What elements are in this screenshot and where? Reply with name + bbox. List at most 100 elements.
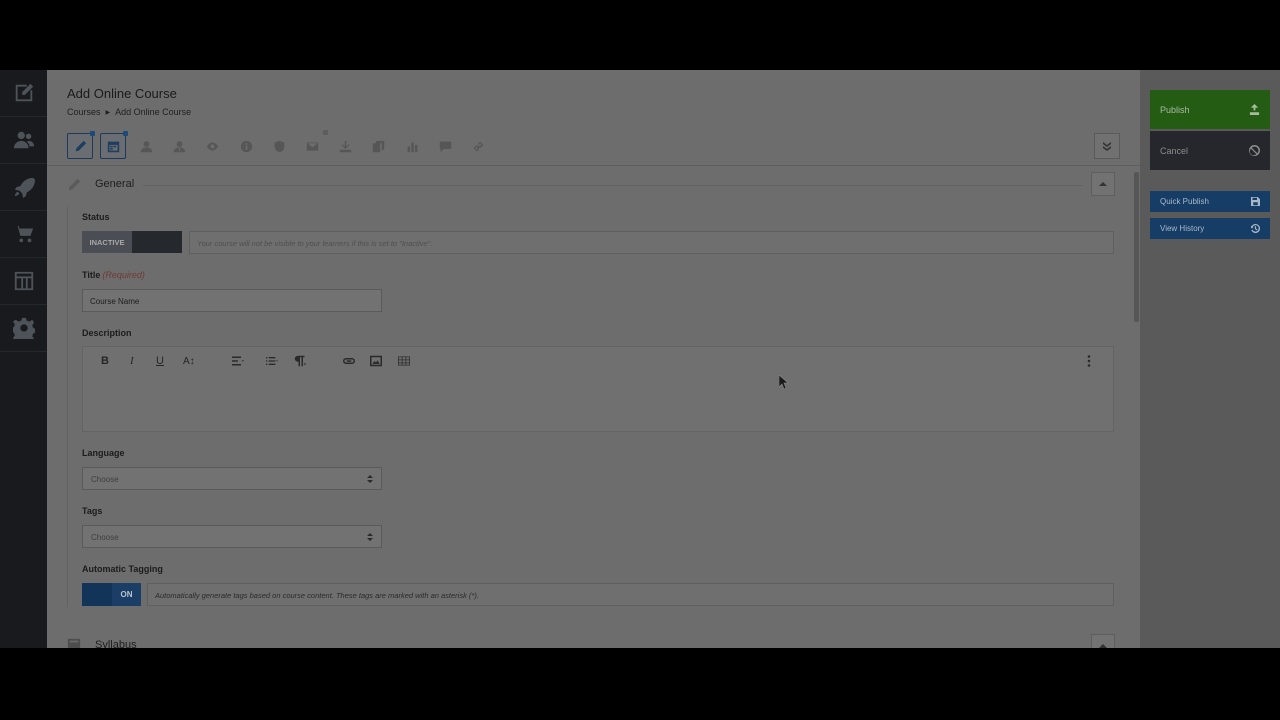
page-scrollbar[interactable]: [1134, 172, 1139, 322]
list-button[interactable]: [259, 354, 285, 368]
nav-item-content[interactable]: [0, 70, 47, 117]
user-tie-icon: [173, 140, 185, 152]
bold-button[interactable]: B: [101, 354, 109, 368]
tab-security[interactable]: [266, 133, 292, 159]
tab-copy[interactable]: [365, 133, 391, 159]
tab-downloads[interactable]: [332, 133, 358, 159]
breadcrumb-courses[interactable]: Courses: [67, 107, 101, 117]
layout-icon: [67, 638, 81, 648]
tab-reports[interactable]: [399, 133, 425, 159]
list-icon: [266, 357, 278, 365]
ban-icon: [1249, 145, 1260, 156]
app-window: Add Online Course Courses ▶ Add Online C…: [0, 70, 1280, 648]
title-input[interactable]: Course Name: [82, 289, 382, 312]
double-chevron-down-icon: [1103, 142, 1111, 151]
section-border: [67, 207, 68, 607]
status-toggle-label: INACTIVE: [82, 231, 132, 253]
comment-icon: [439, 141, 451, 152]
gear-icon: [12, 317, 35, 339]
tab-general[interactable]: [67, 131, 95, 159]
table-icon: [398, 356, 410, 366]
calendar-icon: [107, 141, 119, 152]
syllabus-section-title: Syllabus: [95, 639, 137, 648]
mouse-cursor: [778, 374, 789, 390]
syllabus-collapse-button[interactable]: [1091, 634, 1115, 648]
pencil-icon: [75, 140, 86, 151]
tab-enrollment[interactable]: [166, 133, 192, 159]
tab-schedule[interactable]: [100, 131, 128, 159]
users-icon: [13, 131, 34, 149]
section-collapse-button[interactable]: [1091, 172, 1115, 196]
auto-tagging-toggle-label: ON: [112, 583, 141, 606]
auto-tagging-toggle[interactable]: ON: [82, 583, 141, 606]
paragraph-icon: [294, 355, 306, 367]
auto-tagging-help-text: Automatically generate tags based on cou…: [147, 583, 1114, 606]
link-icon: [343, 358, 355, 364]
user-icon: [140, 140, 152, 152]
rocket-icon: [14, 177, 35, 198]
course-toolbar: [47, 128, 1140, 166]
edit-square-icon: [15, 83, 33, 102]
history-icon: [1251, 224, 1260, 233]
nav-item-users[interactable]: [0, 117, 47, 164]
align-left-icon: [232, 356, 244, 366]
tab-visibility[interactable]: [199, 133, 225, 159]
description-editor[interactable]: B I U A↕: [82, 346, 1114, 432]
sort-caret-icon: [367, 475, 373, 483]
tab-instructors[interactable]: [133, 133, 159, 159]
pencil-icon: [68, 178, 81, 191]
font-size-button[interactable]: A↕: [183, 354, 195, 368]
link-icon: [473, 141, 483, 151]
info-icon: [240, 140, 252, 152]
left-navigation: [0, 70, 47, 648]
chevron-up-icon: [1099, 182, 1107, 186]
language-label: Language: [82, 448, 125, 458]
insert-table-button[interactable]: [398, 354, 410, 368]
publish-button[interactable]: Publish: [1150, 90, 1270, 129]
required-indicator: (Required): [102, 270, 145, 280]
nav-item-launch[interactable]: [0, 164, 47, 211]
tab-discussion[interactable]: [432, 133, 458, 159]
collapse-all-button[interactable]: [1094, 133, 1120, 159]
tab-notifications[interactable]: [299, 130, 328, 159]
main-panel: Add Online Course Courses ▶ Add Online C…: [47, 70, 1140, 648]
view-history-button[interactable]: View History: [1150, 218, 1270, 239]
shield-icon: [274, 140, 284, 152]
tab-info[interactable]: [233, 133, 259, 159]
nav-item-layout[interactable]: [0, 258, 47, 305]
editor-toolbar: B I U A↕: [83, 347, 1113, 375]
chevron-up-icon: [1099, 644, 1107, 648]
language-select[interactable]: Choose: [82, 467, 382, 490]
nav-item-settings[interactable]: [0, 305, 47, 352]
bar-chart-icon: [407, 141, 417, 152]
breadcrumb: Courses ▶ Add Online Course: [67, 107, 191, 117]
sort-caret-icon: [367, 533, 373, 541]
tags-select[interactable]: Choose: [82, 525, 382, 548]
upload-icon: [1249, 104, 1260, 115]
title-label: Title (Required): [82, 270, 145, 280]
layout-icon: [14, 271, 33, 291]
italic-button[interactable]: I: [130, 354, 134, 368]
status-toggle[interactable]: INACTIVE: [82, 231, 182, 253]
section-title: General: [95, 178, 135, 190]
save-icon: [1251, 197, 1260, 206]
more-vertical-icon: [1087, 355, 1091, 367]
nav-item-store[interactable]: [0, 211, 47, 258]
copy-icon: [372, 140, 384, 152]
cancel-button[interactable]: Cancel: [1150, 131, 1270, 170]
more-options-button[interactable]: [1086, 354, 1092, 368]
align-button[interactable]: [227, 354, 249, 368]
quick-publish-button[interactable]: Quick Publish: [1150, 191, 1270, 212]
eye-icon: [206, 141, 218, 151]
status-help-text: Your course will not be visible to your …: [189, 231, 1114, 254]
insert-link-button[interactable]: [342, 354, 356, 368]
image-icon: [370, 355, 382, 367]
insert-image-button[interactable]: [370, 354, 382, 368]
tab-links[interactable]: [465, 133, 491, 159]
cart-icon: [13, 225, 33, 243]
paragraph-button[interactable]: [294, 354, 306, 368]
breadcrumb-arrow-icon: ▶: [105, 109, 111, 116]
tags-label: Tags: [82, 506, 103, 516]
download-icon: [339, 140, 351, 152]
underline-button[interactable]: U: [156, 354, 164, 368]
